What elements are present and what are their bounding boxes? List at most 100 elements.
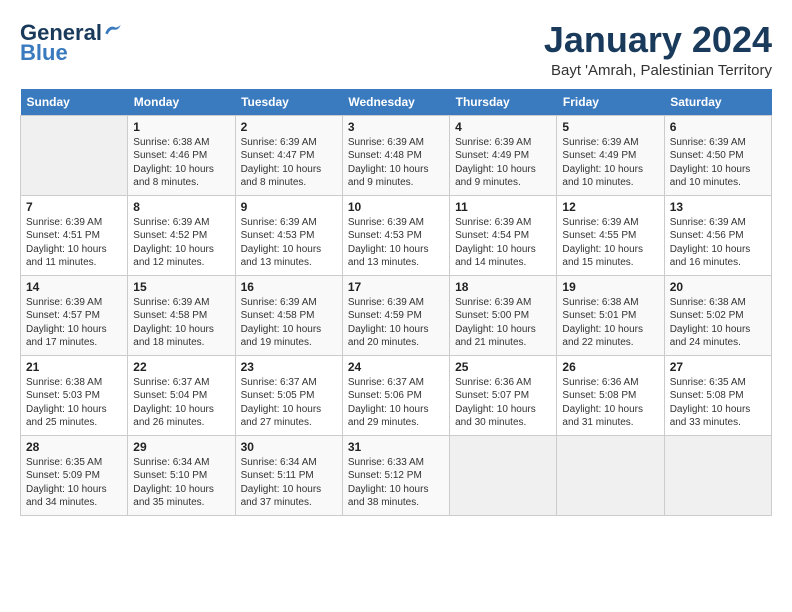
col-header-saturday: Saturday	[664, 89, 771, 116]
day-detail: Sunrise: 6:39 AMSunset: 4:50 PMDaylight:…	[670, 136, 766, 190]
calendar-cell: 29Sunrise: 6:34 AMSunset: 5:10 PMDayligh…	[128, 435, 235, 515]
logo-blue: Blue	[20, 40, 68, 66]
day-number: 3	[348, 120, 444, 134]
day-number: 17	[348, 280, 444, 294]
day-detail: Sunrise: 6:36 AMSunset: 5:07 PMDaylight:…	[455, 376, 551, 430]
calendar-cell: 2Sunrise: 6:39 AMSunset: 4:47 PMDaylight…	[235, 115, 342, 195]
day-detail: Sunrise: 6:37 AMSunset: 5:05 PMDaylight:…	[241, 376, 337, 430]
day-detail: Sunrise: 6:39 AMSunset: 4:57 PMDaylight:…	[26, 296, 122, 350]
day-detail: Sunrise: 6:39 AMSunset: 4:55 PMDaylight:…	[562, 216, 658, 270]
day-number: 2	[241, 120, 337, 134]
day-detail: Sunrise: 6:35 AMSunset: 5:08 PMDaylight:…	[670, 376, 766, 430]
calendar-cell: 22 Sunrise: 6:37 AMSunset: 5:04 PMDayligh…	[128, 355, 235, 435]
calendar-cell: 27 Sunrise: 6:35 AMSunset: 5:08 PMDayligh…	[664, 355, 771, 435]
day-detail: Sunrise: 6:34 AMSunset: 5:11 PMDaylight:…	[241, 456, 337, 510]
day-detail: Sunrise: 6:38 AMSunset: 5:02 PMDaylight:…	[670, 296, 766, 350]
calendar-cell: 30 Sunrise: 6:34 AMSunset: 5:11 PMDayligh…	[235, 435, 342, 515]
calendar-cell: 18 Sunrise: 6:39 AMSunset: 5:00 PMDayligh…	[450, 275, 557, 355]
calendar-cell	[450, 435, 557, 515]
day-detail: Sunrise: 6:35 AMSunset: 5:09 PMDaylight:…	[26, 456, 122, 510]
day-detail: Sunrise: 6:38 AMSunset: 5:03 PMDaylight:…	[26, 376, 122, 430]
day-number: 14	[26, 280, 122, 294]
logo: General Blue	[20, 20, 122, 66]
calendar-cell: 26Sunrise: 6:36 AMSunset: 5:08 PMDayligh…	[557, 355, 664, 435]
day-number: 25	[455, 360, 551, 374]
calendar-cell: 15 Sunrise: 6:39 AMSunset: 4:58 PMDayligh…	[128, 275, 235, 355]
day-detail: Sunrise: 6:38 AMSunset: 4:46 PMDaylight:…	[133, 136, 229, 190]
calendar-cell: 17 Sunrise: 6:39 AMSunset: 4:59 PMDayligh…	[342, 275, 449, 355]
col-header-wednesday: Wednesday	[342, 89, 449, 116]
day-number: 1	[133, 120, 229, 134]
day-detail: Sunrise: 6:39 AMSunset: 4:54 PMDaylight:…	[455, 216, 551, 270]
month-title: January 2024	[544, 20, 772, 60]
day-number: 28	[26, 440, 122, 454]
day-detail: Sunrise: 6:39 AMSunset: 4:58 PMDaylight:…	[133, 296, 229, 350]
day-number: 18	[455, 280, 551, 294]
day-number: 15	[133, 280, 229, 294]
day-detail: Sunrise: 6:39 AMSunset: 4:53 PMDaylight:…	[348, 216, 444, 270]
calendar-cell: 24 Sunrise: 6:37 AMSunset: 5:06 PMDayligh…	[342, 355, 449, 435]
day-number: 20	[670, 280, 766, 294]
col-header-friday: Friday	[557, 89, 664, 116]
title-section: January 2024 Bayt 'Amrah, Palestinian Te…	[544, 20, 772, 79]
col-header-tuesday: Tuesday	[235, 89, 342, 116]
day-number: 29	[133, 440, 229, 454]
day-detail: Sunrise: 6:39 AMSunset: 5:00 PMDaylight:…	[455, 296, 551, 350]
calendar-cell: 14 Sunrise: 6:39 AMSunset: 4:57 PMDayligh…	[21, 275, 128, 355]
calendar-cell	[557, 435, 664, 515]
day-detail: Sunrise: 6:36 AMSunset: 5:08 PMDaylight:…	[562, 376, 658, 430]
day-detail: Sunrise: 6:39 AMSunset: 4:59 PMDaylight:…	[348, 296, 444, 350]
day-detail: Sunrise: 6:39 AMSunset: 4:48 PMDaylight:…	[348, 136, 444, 190]
day-detail: Sunrise: 6:37 AMSunset: 5:04 PMDaylight:…	[133, 376, 229, 430]
day-number: 7	[26, 200, 122, 214]
day-detail: Sunrise: 6:39 AMSunset: 4:49 PMDaylight:…	[455, 136, 551, 190]
day-number: 21	[26, 360, 122, 374]
day-number: 19	[562, 280, 658, 294]
calendar-header-row: SundayMondayTuesdayWednesdayThursdayFrid…	[21, 89, 772, 116]
calendar-cell: 6Sunrise: 6:39 AMSunset: 4:50 PMDaylight…	[664, 115, 771, 195]
calendar-cell: 20 Sunrise: 6:38 AMSunset: 5:02 PMDayligh…	[664, 275, 771, 355]
calendar-cell: 19 Sunrise: 6:38 AMSunset: 5:01 PMDayligh…	[557, 275, 664, 355]
calendar-week-row: 21 Sunrise: 6:38 AMSunset: 5:03 PMDayligh…	[21, 355, 772, 435]
calendar-cell: 16Sunrise: 6:39 AMSunset: 4:58 PMDayligh…	[235, 275, 342, 355]
day-number: 9	[241, 200, 337, 214]
calendar-cell: 7 Sunrise: 6:39 AMSunset: 4:51 PMDaylight…	[21, 195, 128, 275]
day-detail: Sunrise: 6:39 AMSunset: 4:51 PMDaylight:…	[26, 216, 122, 270]
calendar-cell: 1 Sunrise: 6:38 AMSunset: 4:46 PMDaylight…	[128, 115, 235, 195]
calendar-cell: 11 Sunrise: 6:39 AMSunset: 4:54 PMDayligh…	[450, 195, 557, 275]
calendar-cell: 8Sunrise: 6:39 AMSunset: 4:52 PMDaylight…	[128, 195, 235, 275]
page-header: General Blue January 2024 Bayt 'Amrah, P…	[20, 20, 772, 79]
day-detail: Sunrise: 6:39 AMSunset: 4:56 PMDaylight:…	[670, 216, 766, 270]
day-number: 12	[562, 200, 658, 214]
day-number: 27	[670, 360, 766, 374]
calendar-week-row: 14 Sunrise: 6:39 AMSunset: 4:57 PMDayligh…	[21, 275, 772, 355]
col-header-sunday: Sunday	[21, 89, 128, 116]
calendar-cell: 3 Sunrise: 6:39 AMSunset: 4:48 PMDaylight…	[342, 115, 449, 195]
calendar-cell: 25 Sunrise: 6:36 AMSunset: 5:07 PMDayligh…	[450, 355, 557, 435]
day-number: 11	[455, 200, 551, 214]
day-detail: Sunrise: 6:37 AMSunset: 5:06 PMDaylight:…	[348, 376, 444, 430]
day-number: 23	[241, 360, 337, 374]
col-header-monday: Monday	[128, 89, 235, 116]
day-number: 24	[348, 360, 444, 374]
col-header-thursday: Thursday	[450, 89, 557, 116]
day-detail: Sunrise: 6:39 AMSunset: 4:58 PMDaylight:…	[241, 296, 337, 350]
day-detail: Sunrise: 6:39 AMSunset: 4:52 PMDaylight:…	[133, 216, 229, 270]
calendar-table: SundayMondayTuesdayWednesdayThursdayFrid…	[20, 89, 772, 516]
day-number: 30	[241, 440, 337, 454]
location-title: Bayt 'Amrah, Palestinian Territory	[544, 62, 772, 79]
calendar-cell: 21 Sunrise: 6:38 AMSunset: 5:03 PMDayligh…	[21, 355, 128, 435]
day-number: 22	[133, 360, 229, 374]
day-detail: Sunrise: 6:38 AMSunset: 5:01 PMDaylight:…	[562, 296, 658, 350]
day-number: 10	[348, 200, 444, 214]
calendar-cell	[664, 435, 771, 515]
calendar-cell: 31Sunrise: 6:33 AMSunset: 5:12 PMDayligh…	[342, 435, 449, 515]
day-number: 4	[455, 120, 551, 134]
day-number: 31	[348, 440, 444, 454]
calendar-cell: 10 Sunrise: 6:39 AMSunset: 4:53 PMDayligh…	[342, 195, 449, 275]
calendar-cell: 4 Sunrise: 6:39 AMSunset: 4:49 PMDaylight…	[450, 115, 557, 195]
calendar-cell	[21, 115, 128, 195]
calendar-cell: 5Sunrise: 6:39 AMSunset: 4:49 PMDaylight…	[557, 115, 664, 195]
day-detail: Sunrise: 6:39 AMSunset: 4:53 PMDaylight:…	[241, 216, 337, 270]
calendar-week-row: 1 Sunrise: 6:38 AMSunset: 4:46 PMDaylight…	[21, 115, 772, 195]
